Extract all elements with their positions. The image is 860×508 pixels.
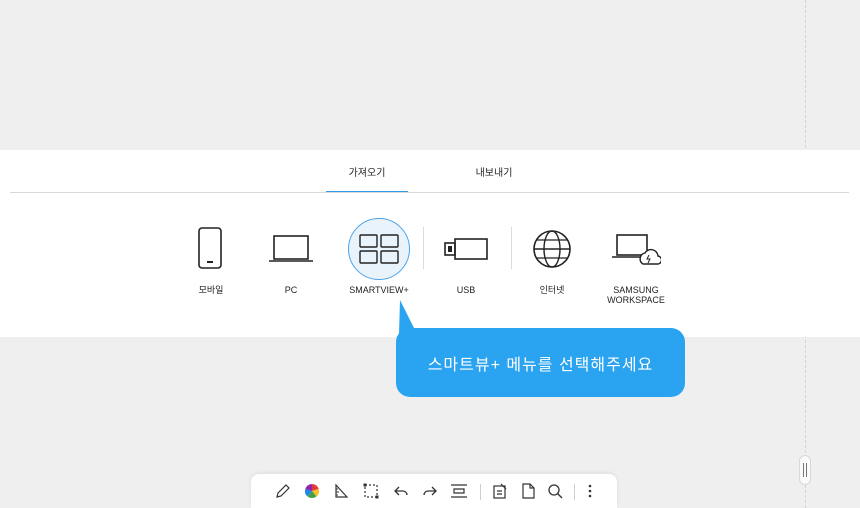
source-pc[interactable]: PC: [249, 218, 333, 308]
source-internet[interactable]: 인터넷: [510, 218, 594, 308]
source-samsung-workspace[interactable]: SAMSUNG WORKSPACE: [594, 218, 678, 308]
mobile-icon: [180, 218, 242, 280]
search-icon[interactable]: [546, 482, 564, 500]
laptop-cloud-icon: [605, 218, 667, 280]
scroll-handle[interactable]: [799, 455, 811, 485]
source-mobile[interactable]: 모바일: [169, 218, 253, 308]
toolbar-divider: [574, 484, 575, 500]
fit-width-icon[interactable]: [450, 482, 468, 500]
guide-tooltip: 스마트뷰+ 메뉴를 선택해주세요: [396, 328, 685, 397]
source-usb[interactable]: USB: [424, 218, 508, 308]
tab-divider: [10, 192, 849, 193]
source-label: USB: [456, 285, 476, 295]
source-label: 인터넷: [539, 285, 565, 295]
import-icon[interactable]: [491, 482, 509, 500]
source-label: SAMSUNG WORKSPACE: [607, 285, 665, 305]
source-label: SMARTVIEW+: [349, 285, 409, 295]
color-palette-icon[interactable]: [303, 482, 321, 500]
panel-tabs: 가져오기 내보내기: [0, 150, 860, 193]
smartview-grid-icon: [348, 218, 410, 280]
tab-import[interactable]: 가져오기: [326, 150, 408, 193]
usb-icon: [435, 218, 497, 280]
tooltip-text: 스마트뷰+ 메뉴를 선택해주세요: [427, 356, 654, 374]
import-export-panel: 가져오기 내보내기 모바일 PC SMARTVIEW+ USB 인터넷 SAMS…: [0, 150, 860, 337]
redo-icon[interactable]: [421, 482, 439, 500]
select-icon[interactable]: [362, 482, 380, 500]
undo-icon[interactable]: [392, 482, 410, 500]
globe-icon: [521, 218, 583, 280]
ruler-icon[interactable]: [332, 482, 350, 500]
more-icon[interactable]: [581, 482, 599, 500]
toolbar-divider: [480, 484, 481, 500]
page-icon[interactable]: [519, 482, 537, 500]
pen-icon[interactable]: [274, 482, 292, 500]
laptop-icon: [260, 218, 322, 280]
source-label: PC: [284, 285, 298, 295]
bottom-toolbar: [251, 474, 617, 508]
source-label: 모바일: [198, 285, 224, 295]
source-smartview[interactable]: SMARTVIEW+: [337, 218, 421, 308]
tab-export[interactable]: 내보내기: [453, 150, 535, 193]
